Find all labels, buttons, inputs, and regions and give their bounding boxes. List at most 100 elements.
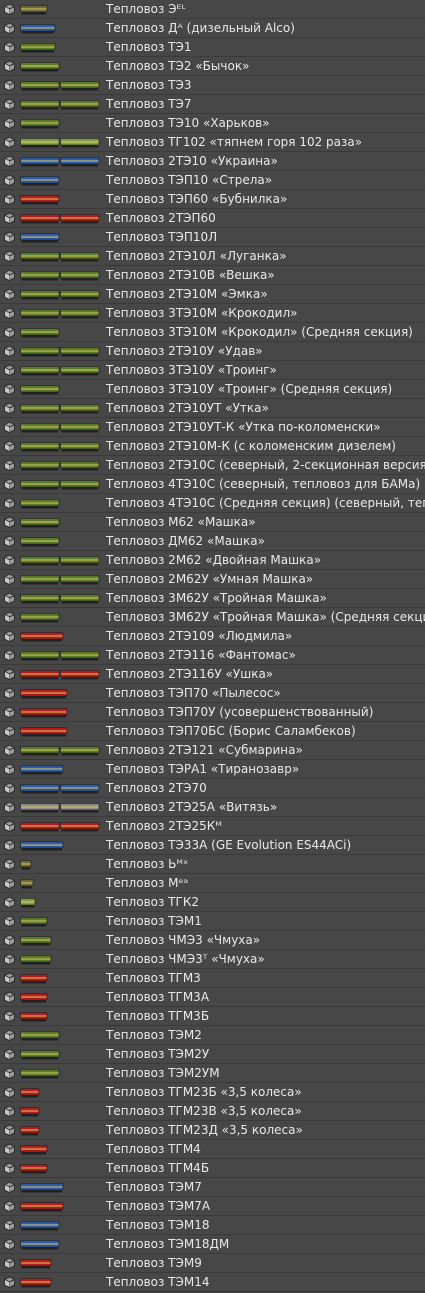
list-item[interactable]: Тепловоз 3ТЭ10У «Троинг» (Средняя секция… bbox=[0, 380, 425, 399]
list-item[interactable]: Тепловоз 2ТЭП60 bbox=[0, 209, 425, 228]
item-label: Тепловоз ТГМ23Д «3,5 колеса» bbox=[106, 1123, 303, 1137]
list-item[interactable]: Тепловоз ТГ102 «тяпнем горя 102 раза» bbox=[0, 133, 425, 152]
locomotive-sprite bbox=[20, 1278, 52, 1288]
list-item[interactable]: Тепловоз 2ТЭ109 «Людмила» bbox=[0, 627, 425, 646]
list-item[interactable]: Тепловоз ТЭМ7 bbox=[0, 1178, 425, 1197]
package-icon bbox=[4, 41, 15, 53]
list-item[interactable]: Тепловоз 2ТЭ121 «Субмарина» bbox=[0, 741, 425, 760]
list-item[interactable]: Тепловоз ТГМ4Б bbox=[0, 1159, 425, 1178]
list-item[interactable]: Тепловоз ТЭП70 «Пылесос» bbox=[0, 684, 425, 703]
list-item[interactable]: Тепловоз Мᵉᵃ bbox=[0, 874, 425, 893]
list-item[interactable]: Тепловоз 3ТЭ10М «Крокодил» (Средняя секц… bbox=[0, 323, 425, 342]
list-item[interactable]: Тепловоз ТЭМ2У bbox=[0, 1045, 425, 1064]
list-item[interactable]: Тепловоз 3М62У «Тройная Машка» bbox=[0, 589, 425, 608]
list-item[interactable]: Тепловоз 2ТЭ25Кᴹ bbox=[0, 817, 425, 836]
item-label: Тепловоз 2ТЭ10УТ «Утка» bbox=[106, 401, 269, 415]
item-label: Тепловоз 4ТЭ10С (северный, тепловоз для … bbox=[106, 477, 421, 491]
list-item[interactable]: Тепловоз ТГМ3А bbox=[0, 988, 425, 1007]
package-icon bbox=[4, 782, 15, 794]
list-item[interactable]: Тепловоз 2ТЭ10Л «Луганка» bbox=[0, 247, 425, 266]
item-label: Тепловоз ТГ102 «тяпнем горя 102 раза» bbox=[106, 135, 363, 149]
item-label: Тепловоз ТЭМ18ДМ bbox=[106, 1237, 230, 1251]
list-item[interactable]: Тепловоз Дᴬ (дизельный Alco) bbox=[0, 19, 425, 38]
list-item[interactable]: Тепловоз Ьᴹˣ bbox=[0, 855, 425, 874]
package-icon bbox=[4, 497, 15, 509]
list-item[interactable]: Тепловоз 2ТЭ10 «Украина» bbox=[0, 152, 425, 171]
list-item[interactable]: Тепловоз ТЭМ1 bbox=[0, 912, 425, 931]
list-item[interactable]: Тепловоз ТЭП70БС (Борис Саламбеков) bbox=[0, 722, 425, 741]
item-label: Тепловоз ДМ62 «Машка» bbox=[106, 534, 265, 548]
locomotive-sprite bbox=[20, 252, 100, 262]
package-icon bbox=[4, 953, 15, 965]
list-item[interactable]: Тепловоз ТЭП10 «Стрела» bbox=[0, 171, 425, 190]
list-item[interactable]: Тепловоз ТЭ33А (GE Evolution ES44ACi) bbox=[0, 836, 425, 855]
list-item[interactable]: Тепловоз ТГМ4 bbox=[0, 1140, 425, 1159]
list-item[interactable]: Тепловоз ТЭМ9 bbox=[0, 1254, 425, 1273]
package-icon bbox=[4, 459, 15, 471]
locomotive-sprite bbox=[20, 1145, 48, 1155]
item-label: Тепловоз ЧМЭ3ᵀ «Чмуха» bbox=[106, 952, 265, 966]
list-item[interactable]: Тепловоз 2ТЭ116У «Ушка» bbox=[0, 665, 425, 684]
list-item[interactable]: Тепловоз 2ТЭ10М «Эмка» bbox=[0, 285, 425, 304]
package-icon bbox=[4, 896, 15, 908]
list-item[interactable]: Тепловоз Эᴱᴸ bbox=[0, 0, 425, 19]
locomotive-sprite bbox=[20, 24, 56, 34]
list-item[interactable]: Тепловоз 2М62У «Умная Машка» bbox=[0, 570, 425, 589]
list-item[interactable]: Тепловоз 2ТЭ10С (северный, 2-секционная … bbox=[0, 456, 425, 475]
list-item[interactable]: Тепловоз ТГМ23Б «3,5 колеса» bbox=[0, 1083, 425, 1102]
list-item[interactable]: Тепловоз 3ТЭ10М «Крокодил» bbox=[0, 304, 425, 323]
list-item[interactable]: Тепловоз 2ТЭ10У «Удав» bbox=[0, 342, 425, 361]
list-item[interactable]: Тепловоз ТГМ23Д «3,5 колеса» bbox=[0, 1121, 425, 1140]
list-item[interactable]: Тепловоз ТЭМ7А bbox=[0, 1197, 425, 1216]
locomotive-sprite bbox=[20, 1012, 48, 1022]
list-item[interactable]: Тепловоз 2ТЭ10М-К (с коломенским дизелем… bbox=[0, 437, 425, 456]
item-label: Тепловоз ТЭП70БС (Борис Саламбеков) bbox=[106, 724, 356, 738]
list-item[interactable]: Тепловоз ТГМ23В «3,5 колеса» bbox=[0, 1102, 425, 1121]
list-item[interactable]: Тепловоз 3ТЭ10У «Троинг» bbox=[0, 361, 425, 380]
list-item[interactable]: Тепловоз М62 «Машка» bbox=[0, 513, 425, 532]
list-item[interactable]: Тепловоз ТЭМ18ДМ bbox=[0, 1235, 425, 1254]
list-item[interactable]: Тепловоз 2ТЭ10В «Вешка» bbox=[0, 266, 425, 285]
item-label: Тепловоз ТГМ4Б bbox=[106, 1161, 210, 1175]
package-icon bbox=[4, 592, 15, 604]
list-item[interactable]: Тепловоз ТГМ3 bbox=[0, 969, 425, 988]
package-icon bbox=[4, 1124, 15, 1136]
list-item[interactable]: Тепловоз ТЭП10Л bbox=[0, 228, 425, 247]
list-item[interactable]: Тепловоз ТЭ7 bbox=[0, 95, 425, 114]
list-item[interactable]: Тепловоз ТЭМ2 bbox=[0, 1026, 425, 1045]
list-item[interactable]: Тепловоз ТЭМ2УМ bbox=[0, 1064, 425, 1083]
package-icon bbox=[4, 421, 15, 433]
locomotive-sprite bbox=[20, 613, 60, 623]
list-item[interactable]: Тепловоз ТГК2 bbox=[0, 893, 425, 912]
package-icon bbox=[4, 98, 15, 110]
list-item[interactable]: Тепловоз 2ТЭ10УТ-К «Утка по-коломенски» bbox=[0, 418, 425, 437]
list-item[interactable]: Тепловоз 2ТЭ25А «Витязь» bbox=[0, 798, 425, 817]
list-item[interactable]: Тепловоз ТЭП70У (усовершенствованный) bbox=[0, 703, 425, 722]
list-item[interactable]: Тепловоз 2ТЭ116 «Фантомас» bbox=[0, 646, 425, 665]
list-item[interactable]: Тепловоз ТЭ1 bbox=[0, 38, 425, 57]
list-item[interactable]: Тепловоз ДМ62 «Машка» bbox=[0, 532, 425, 551]
list-item[interactable]: Тепловоз ЧМЭ3ᵀ «Чмуха» bbox=[0, 950, 425, 969]
list-item[interactable]: Тепловоз ТЭ10 «Харьков» bbox=[0, 114, 425, 133]
package-icon bbox=[4, 345, 15, 357]
list-item[interactable]: Тепловоз 2ТЭ70 bbox=[0, 779, 425, 798]
list-item[interactable]: Тепловоз 3М62У «Тройная Машка» (Средняя … bbox=[0, 608, 425, 627]
list-item[interactable]: Тепловоз ТЭМ18 bbox=[0, 1216, 425, 1235]
item-label: Тепловоз ТЭ10 «Харьков» bbox=[106, 116, 270, 130]
list-item[interactable]: Тепловоз 2ТЭ10УТ «Утка» bbox=[0, 399, 425, 418]
item-label: Тепловоз ТЭМ2У bbox=[106, 1047, 210, 1061]
item-label: Тепловоз 2ТЭ116 «Фантомас» bbox=[106, 648, 296, 662]
list-item[interactable]: Тепловоз ТЭ3 bbox=[0, 76, 425, 95]
list-item[interactable]: Тепловоз 4ТЭ10С (Средняя секция) (северн… bbox=[0, 494, 425, 513]
list-item[interactable]: Тепловоз ТЭП60 «Бубнилка» bbox=[0, 190, 425, 209]
list-item[interactable]: Тепловоз 2М62 «Двойная Машка» bbox=[0, 551, 425, 570]
list-item[interactable]: Тепловоз ЧМЭ3 «Чмуха» bbox=[0, 931, 425, 950]
locomotive-sprite bbox=[20, 271, 100, 281]
list-item[interactable]: Тепловоз ТЭМ14 bbox=[0, 1273, 425, 1292]
list-item[interactable]: Тепловоз ТГМ3Б bbox=[0, 1007, 425, 1026]
locomotive-sprite bbox=[20, 442, 100, 452]
list-item[interactable]: Тепловоз 4ТЭ10С (северный, тепловоз для … bbox=[0, 475, 425, 494]
list-item[interactable]: Тепловоз ТЭ2 «Бычок» bbox=[0, 57, 425, 76]
list-item[interactable]: Тепловоз ТЭРА1 «Тиранозавр» bbox=[0, 760, 425, 779]
package-icon bbox=[4, 858, 15, 870]
